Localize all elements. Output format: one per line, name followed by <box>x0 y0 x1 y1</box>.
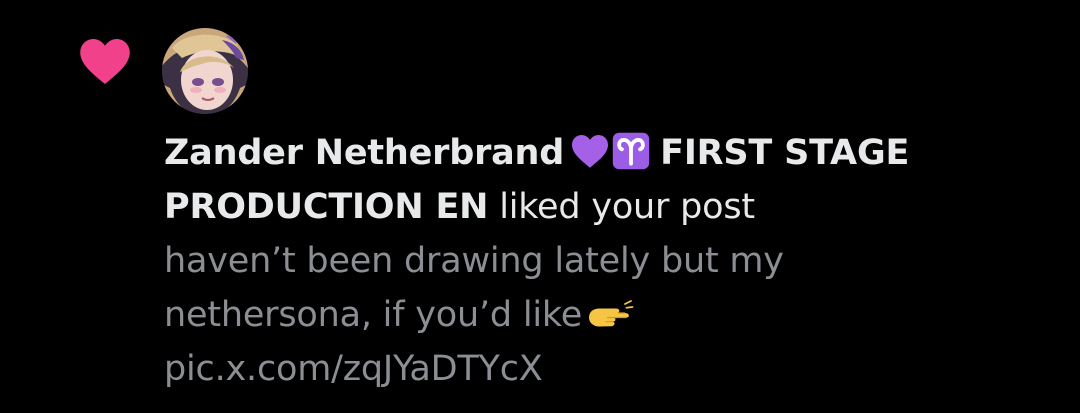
user-name[interactable]: Zander Netherbrand <box>164 133 564 173</box>
post-preview[interactable]: haven’t been drawing lately but my nethe… <box>164 234 894 396</box>
avatar[interactable] <box>162 28 248 114</box>
heart-icon <box>80 38 130 84</box>
post-preview-link[interactable]: pic.x.com/zqJYaDTYcX <box>164 349 543 389</box>
action-text: liked your post <box>499 187 755 227</box>
notification-headline: Zander Netherbrand FIRST STAGE PRODUCTIO… <box>164 126 1044 234</box>
post-preview-text: haven’t been drawing lately but my nethe… <box>164 241 784 335</box>
pointing-hand-emoji <box>589 300 634 327</box>
avatar-image <box>162 28 248 114</box>
aries-emoji <box>612 132 650 170</box>
notification-content[interactable]: Zander Netherbrand FIRST STAGE PRODUCTIO… <box>164 126 1044 396</box>
purple-heart-emoji <box>572 134 609 168</box>
like-notification[interactable]: Zander Netherbrand FIRST STAGE PRODUCTIO… <box>0 0 1080 413</box>
